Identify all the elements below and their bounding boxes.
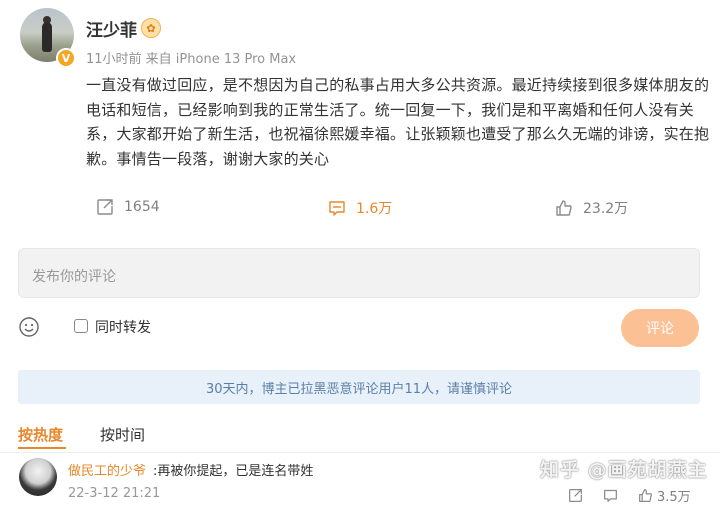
blocked-users-notice: 30天内，博主已拉黑恶意评论用户11人，请谨慎评论: [18, 370, 700, 404]
emoji-button[interactable]: [18, 316, 40, 342]
verified-icon: V: [56, 48, 76, 68]
like-button[interactable]: 23.2万: [555, 198, 628, 218]
smile-icon: [19, 317, 39, 337]
post-text: 一直没有做过回应，是不想因为自己的私事占用大多公共资源。最近持续接到很多媒体朋友…: [86, 76, 710, 168]
comment-placeholder: 发布你的评论: [32, 269, 116, 285]
repost-button[interactable]: 1654: [96, 198, 160, 216]
comment-button[interactable]: 1.6万: [328, 198, 392, 218]
tab-sort-by-hot[interactable]: 按热度: [18, 424, 63, 445]
comment-reply-button[interactable]: [603, 488, 618, 503]
post-meta: 11小时前 来自 iPhone 13 Pro Max: [86, 52, 297, 67]
comment-count: 1.6万: [356, 201, 393, 217]
repost-icon: [97, 199, 113, 215]
commenter-name[interactable]: 做民工的少爷: [68, 460, 146, 479]
comment-like-count: 3.5万: [657, 490, 691, 505]
commenter-avatar[interactable]: [19, 458, 57, 496]
repost-icon: [569, 489, 582, 502]
divider: [0, 452, 720, 453]
also-repost-label[interactable]: 同时转发: [95, 317, 151, 337]
repost-count: 1654: [124, 199, 160, 215]
like-count: 23.2万: [583, 201, 629, 217]
comment-icon: [329, 201, 345, 216]
vip-badge-icon: ✿: [141, 18, 161, 38]
zhihu-watermark: 知乎 @画苑胡燕主: [540, 459, 708, 481]
active-tab-indicator: [18, 447, 66, 449]
also-repost-checkbox[interactable]: [74, 319, 88, 333]
comment-repost-button[interactable]: [568, 488, 583, 503]
comment-time: 22-3-12 21:21: [68, 486, 161, 501]
author-name[interactable]: 汪少菲: [86, 16, 137, 41]
comment-icon: [604, 489, 617, 502]
thumbs-up-icon: [639, 489, 652, 502]
comment-like-button[interactable]: 3.5万: [638, 486, 691, 505]
thumbs-up-icon: [556, 200, 572, 216]
tab-sort-by-time[interactable]: 按时间: [100, 424, 145, 445]
comment-text: :再被你提起，已是连名带姓: [153, 464, 314, 479]
comment-actions: 3.5万: [568, 486, 691, 505]
comment-input[interactable]: [18, 248, 700, 298]
submit-comment-button[interactable]: 评论: [621, 309, 699, 347]
